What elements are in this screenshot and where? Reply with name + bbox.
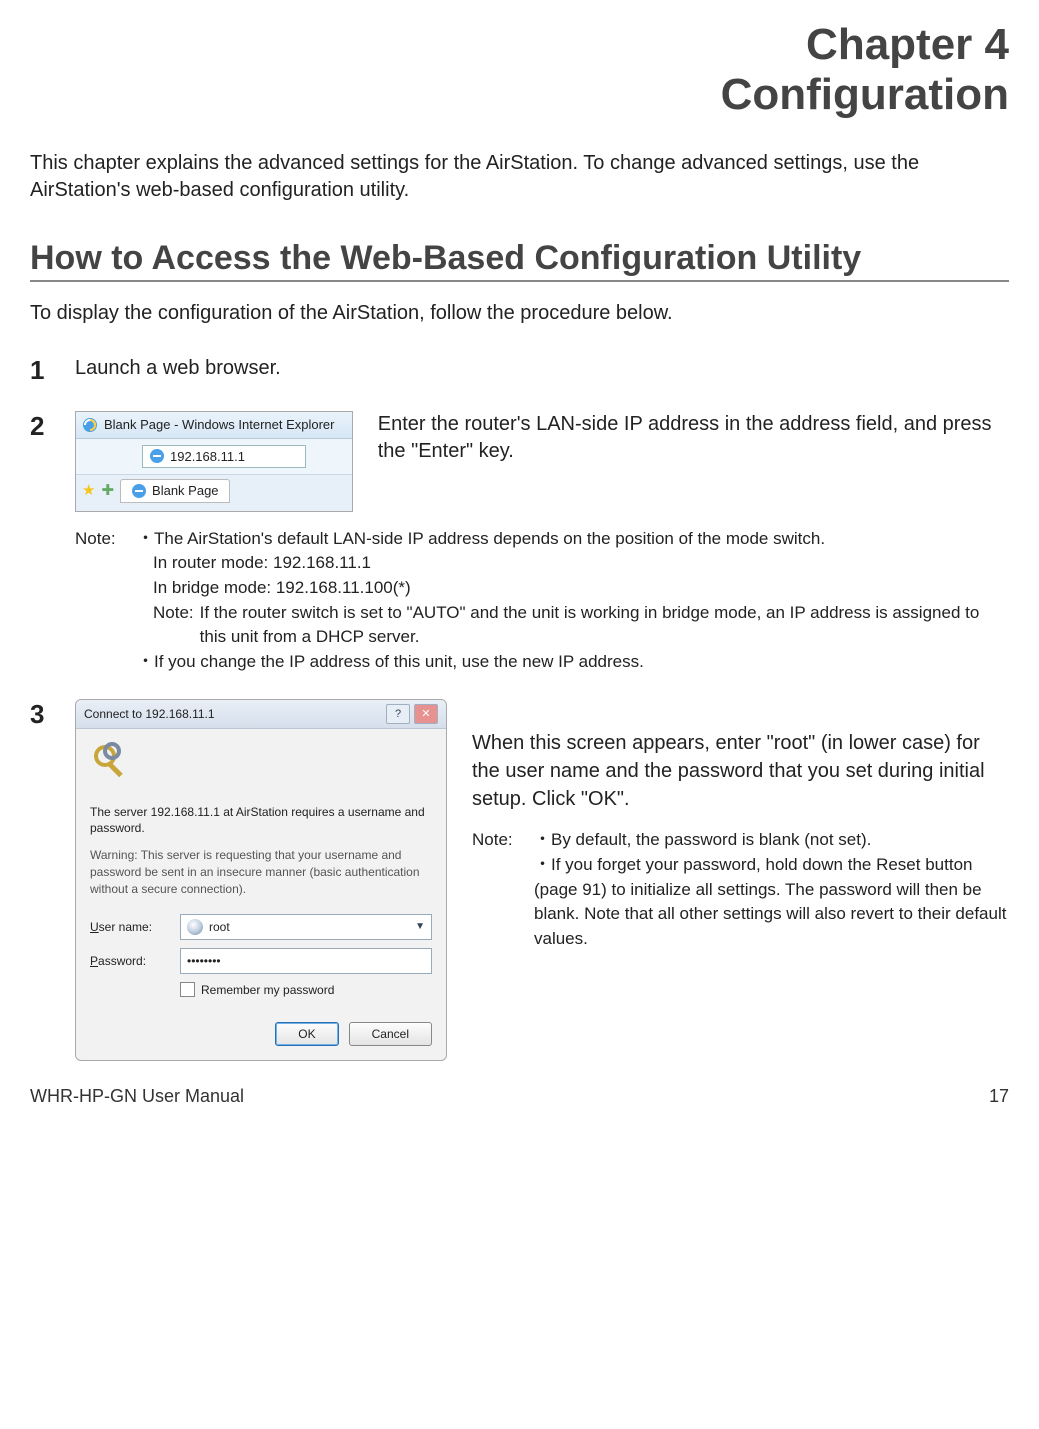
step2-note-bullet1: ・The AirStation's default LAN-side IP ad… xyxy=(137,527,1009,552)
section-intro: To display the configuration of the AirS… xyxy=(30,302,1009,325)
address-bar[interactable]: 192.168.11.1 xyxy=(142,445,306,469)
user-icon xyxy=(187,919,203,935)
tab-label: Blank Page xyxy=(152,482,219,500)
dialog-warning: Warning: This server is requesting that … xyxy=(90,847,432,897)
username-input[interactable]: root ▼ xyxy=(180,914,432,940)
chapter-number: Chapter 4 xyxy=(30,20,1009,70)
step-3-note-label: Note: xyxy=(472,828,522,951)
step2-note-bridge: In bridge mode: 192.168.11.100(*) xyxy=(137,576,1009,601)
help-button[interactable]: ? xyxy=(386,704,410,724)
step-3-number: 3 xyxy=(30,699,75,730)
chapter-title: Configuration xyxy=(30,70,1009,120)
auth-dialog: Connect to 192.168.11.1 ? ✕ The s xyxy=(75,699,447,1061)
password-input[interactable]: •••••••• xyxy=(180,948,432,974)
password-value: •••••••• xyxy=(187,953,221,969)
step2-inner-note: If the router switch is set to "AUTO" an… xyxy=(200,601,1009,650)
browser-tab[interactable]: Blank Page xyxy=(120,479,230,503)
step2-note-bullet2: ・If you change the IP address of this un… xyxy=(137,650,1009,675)
username-label: User name: xyxy=(90,919,180,935)
cancel-button[interactable]: Cancel xyxy=(349,1022,432,1046)
username-dropdown-icon[interactable]: ▼ xyxy=(415,920,425,934)
footer-product: WHR-HP-GN User Manual xyxy=(30,1086,244,1107)
step2-inner-note-label: Note: xyxy=(153,601,194,650)
keys-icon xyxy=(90,741,134,785)
ok-button[interactable]: OK xyxy=(275,1022,338,1046)
ie-icon xyxy=(82,417,98,433)
address-value: 192.168.11.1 xyxy=(170,448,245,466)
username-value: root xyxy=(209,919,230,935)
dialog-title: Connect to 192.168.11.1 xyxy=(84,706,215,722)
step3-note-bullet2: ・If you forget your password, hold down … xyxy=(534,853,1009,952)
step2-note-router: In router mode: 192.168.11.1 xyxy=(137,551,1009,576)
step-2-note-label: Note: xyxy=(75,527,125,675)
step3-note-bullet1: ・By default, the password is blank (not … xyxy=(534,828,1009,853)
tab-page-icon xyxy=(131,483,147,499)
chapter-intro: This chapter explains the advanced setti… xyxy=(30,150,1009,204)
remember-checkbox[interactable] xyxy=(180,982,195,997)
add-favorite-icon[interactable]: ✚ xyxy=(101,481,114,501)
step-1-text: Launch a web browser. xyxy=(75,355,1009,382)
dialog-message: The server 192.168.11.1 at AirStation re… xyxy=(90,804,432,838)
section-heading: How to Access the Web-Based Configuratio… xyxy=(30,239,1009,282)
step-1-number: 1 xyxy=(30,355,75,386)
browser-title: Blank Page - Windows Internet Explorer xyxy=(104,416,335,434)
favorites-icon[interactable]: ★ xyxy=(82,481,95,501)
step-2-desc: Enter the router's LAN-side IP address i… xyxy=(378,411,1009,465)
close-button[interactable]: ✕ xyxy=(414,704,438,724)
remember-label: Remember my password xyxy=(201,982,334,998)
password-label: Password: xyxy=(90,953,180,969)
page-icon xyxy=(149,448,165,464)
browser-screenshot: Blank Page - Windows Internet Explorer 1… xyxy=(75,411,353,512)
page-number: 17 xyxy=(989,1086,1009,1107)
step-3-desc: When this screen appears, enter "root" (… xyxy=(472,729,1009,813)
step-2-number: 2 xyxy=(30,411,75,442)
